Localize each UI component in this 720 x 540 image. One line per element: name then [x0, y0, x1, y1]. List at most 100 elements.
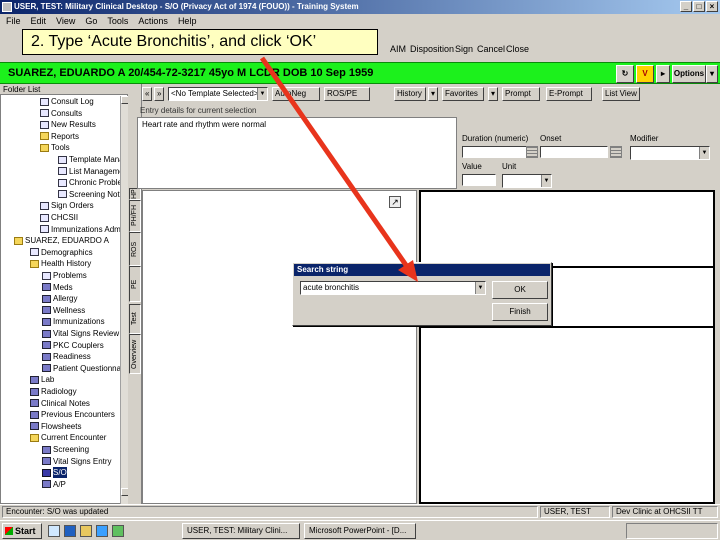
prompt-button[interactable]: Prompt: [502, 87, 540, 101]
tree-item[interactable]: Allergy: [42, 293, 77, 304]
favorites-button[interactable]: Favorites: [442, 87, 484, 101]
list-view-button[interactable]: List View: [602, 87, 640, 101]
value-field[interactable]: [462, 174, 496, 186]
outlook-icon[interactable]: [80, 525, 92, 537]
tree-item[interactable]: Vital Signs Entry: [42, 456, 112, 467]
maximize-button[interactable]: □: [693, 1, 705, 12]
tree-item[interactable]: Vital Signs Review: [42, 328, 119, 339]
duration-field[interactable]: [462, 146, 532, 158]
tree-item[interactable]: Meds: [42, 282, 73, 293]
tree-item[interactable]: Chronic Problems: [58, 177, 120, 188]
tab-overview[interactable]: Overview: [129, 334, 141, 374]
menu-view[interactable]: View: [56, 14, 75, 28]
close-button[interactable]: ×: [706, 1, 718, 12]
note-preview-pane[interactable]: [419, 326, 715, 504]
favorites-dropdown-icon[interactable]: ▾: [488, 87, 498, 101]
tree-item[interactable]: Previous Encounters: [30, 409, 115, 420]
folder-list-scrollbar[interactable]: [120, 96, 129, 504]
search-input[interactable]: acute bronchitis ▼: [300, 281, 486, 295]
toolbar-close[interactable]: Close: [506, 44, 529, 54]
tab-pe[interactable]: PE: [129, 266, 141, 302]
tree-item[interactable]: List Management: [58, 166, 120, 177]
finish-button[interactable]: Finish: [492, 303, 548, 321]
desktop-icon[interactable]: [48, 525, 60, 537]
template-select[interactable]: <No Template Selected> ▼: [168, 87, 268, 101]
grid-icon[interactable]: [526, 146, 538, 158]
tree-item[interactable]: Consults: [40, 108, 82, 119]
alert-icon[interactable]: V: [636, 65, 654, 83]
menu-go[interactable]: Go: [85, 14, 97, 28]
tree-item[interactable]: Screening: [42, 444, 89, 455]
tree-item[interactable]: Sign Orders: [40, 200, 94, 211]
tree-item[interactable]: SUAREZ, EDUARDO A: [14, 235, 109, 246]
e-prompt-button[interactable]: E-Prompt: [546, 87, 592, 101]
tree-item[interactable]: Tools: [40, 142, 70, 153]
findings-tree-pane[interactable]: ↗: [142, 190, 417, 504]
pin-icon[interactable]: ↗: [389, 196, 401, 208]
tree-item[interactable]: CHCSII: [40, 212, 78, 223]
toolbar-disposition[interactable]: Disposition: [410, 44, 454, 54]
tree-item[interactable]: Radiology: [30, 386, 77, 397]
tree-item[interactable]: Reports: [40, 131, 79, 142]
tree-item[interactable]: Wellness: [42, 305, 85, 316]
tree-item[interactable]: Patient Questionnaire: [42, 363, 120, 374]
tree-item[interactable]: Screening Notifications: [58, 189, 120, 200]
tree-item[interactable]: Clinical Notes: [30, 398, 90, 409]
menu-edit[interactable]: Edit: [31, 14, 47, 28]
tree-item[interactable]: Immunizations Admin: [40, 224, 120, 235]
prev-arrow-icon[interactable]: «: [142, 87, 152, 101]
tree-item[interactable]: Health History: [30, 258, 91, 269]
tab-test[interactable]: Test: [129, 304, 141, 334]
ros-pe-button[interactable]: ROS/PE: [324, 87, 370, 101]
menu-actions[interactable]: Actions: [138, 14, 168, 28]
app-icon[interactable]: [112, 525, 124, 537]
tree-item[interactable]: A/P: [42, 479, 66, 490]
menu-file[interactable]: File: [6, 14, 21, 28]
tree-item[interactable]: Problems: [42, 270, 87, 281]
history-button[interactable]: History: [394, 87, 426, 101]
tree-item[interactable]: Demographics: [30, 247, 93, 258]
menu-help[interactable]: Help: [178, 14, 197, 28]
tree-item[interactable]: Immunizations: [42, 316, 105, 327]
ie-icon[interactable]: [96, 525, 108, 537]
tab-ros[interactable]: ROS: [129, 232, 141, 266]
toolbar-sign[interactable]: Sign: [455, 44, 473, 54]
tree-item[interactable]: New Results: [40, 119, 96, 130]
tree-item[interactable]: PKC Couplers: [42, 340, 104, 351]
entry-details-panel[interactable]: Heart rate and rhythm were normal: [137, 117, 457, 189]
findings-list-pane[interactable]: [419, 190, 715, 268]
tree-item[interactable]: Lab: [30, 374, 54, 385]
tree-item[interactable]: Consult Log: [40, 96, 94, 107]
ok-button[interactable]: OK: [492, 281, 548, 299]
tree-item[interactable]: Template Manager: [58, 154, 120, 165]
chevron-down-icon[interactable]: ▼: [541, 175, 551, 187]
autoneg-button[interactable]: AutoNeg: [272, 87, 320, 101]
taskbar-item-clinical-desktop[interactable]: USER, TEST: Military Clini...: [182, 523, 300, 539]
tree-item[interactable]: Readiness: [42, 351, 91, 362]
options-dropdown-icon[interactable]: ▾: [706, 65, 718, 83]
history-dropdown-icon[interactable]: ▾: [428, 87, 438, 101]
tree-item[interactable]: Flowsheets: [30, 421, 81, 432]
start-button[interactable]: Start: [2, 523, 42, 539]
chevron-down-icon[interactable]: ▼: [699, 147, 709, 159]
next-arrow-icon[interactable]: »: [154, 87, 164, 101]
tree-item[interactable]: S/O: [42, 467, 67, 479]
chevron-down-icon[interactable]: ▼: [475, 282, 485, 294]
menu-tools[interactable]: Tools: [107, 14, 128, 28]
options-button[interactable]: Options: [672, 65, 706, 83]
toolbar-cancel[interactable]: Cancel: [477, 44, 505, 54]
modifier-select[interactable]: ▼: [630, 146, 710, 160]
tree-item[interactable]: Current Encounter: [30, 432, 106, 443]
tab-ph-fh[interactable]: PH/FH: [129, 200, 141, 232]
minimize-button[interactable]: _: [680, 1, 692, 12]
calendar-icon[interactable]: [610, 146, 622, 158]
tab-hpi[interactable]: HPI: [129, 188, 141, 200]
unit-select[interactable]: ▼: [502, 174, 552, 188]
browser-icon[interactable]: [64, 525, 76, 537]
refresh-icon[interactable]: ↻: [616, 65, 634, 83]
arrow-icon[interactable]: ▸: [656, 65, 670, 83]
onset-field[interactable]: [540, 146, 608, 158]
taskbar-item-powerpoint[interactable]: Microsoft PowerPoint - [D...: [304, 523, 416, 539]
toolbar-aim[interactable]: AIM: [390, 44, 406, 54]
chevron-down-icon[interactable]: ▼: [257, 88, 267, 100]
